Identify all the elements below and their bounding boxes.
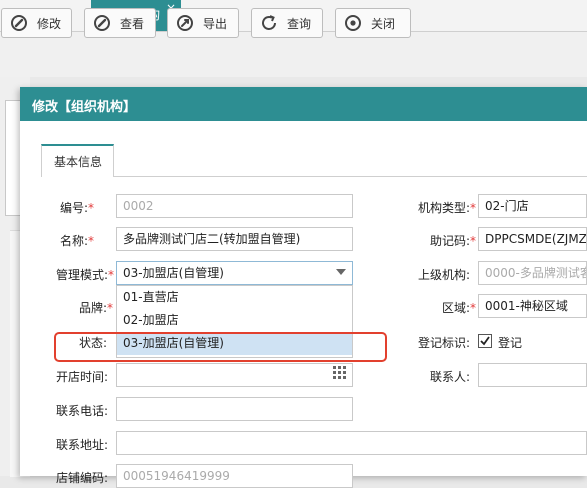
mgmt-mode-value: 03-加盟店(自管理) (123, 266, 224, 280)
shop-code-label: 店铺编码: (56, 471, 109, 485)
edit-button-label: 修改 (37, 17, 62, 31)
code-field[interactable]: 0002 (116, 194, 353, 218)
chevron-down-icon[interactable] (336, 269, 346, 276)
open-time-label: 开店时间: (56, 370, 109, 384)
org-type-field[interactable]: 02-门店 (478, 194, 587, 218)
export-button[interactable]: 导出 (167, 8, 239, 38)
reg-flag-checkbox-label: 登记 (498, 336, 523, 350)
refresh-icon (262, 15, 276, 30)
required-mark: * (470, 201, 477, 215)
address-label: 联系地址: (56, 438, 109, 452)
org-type-label: 机构类型:* (418, 201, 477, 215)
tab-basic-info-label: 基本信息 (54, 155, 103, 169)
open-time-field[interactable] (116, 363, 353, 387)
query-button[interactable]: 查询 (251, 8, 323, 38)
parent-org-label: 上级机构: (418, 268, 471, 282)
contact-field[interactable] (478, 363, 587, 387)
query-button-label: 查询 (287, 17, 312, 31)
dropdown-option[interactable]: 01-直营店 (117, 286, 352, 309)
name-field[interactable]: 多品牌测试门店二(转加盟自管理) (116, 227, 353, 251)
required-mark: * (88, 234, 95, 248)
toolbar (0, 32, 587, 77)
required-mark: * (470, 301, 477, 315)
mnemonic-label: 助记码:* (430, 234, 477, 248)
export-icon (177, 15, 193, 31)
region-field[interactable]: 0001-神秘区域 (478, 294, 587, 318)
dropdown-option[interactable]: 02-加盟店 (117, 309, 352, 332)
close-button-label: 关闭 (371, 17, 396, 31)
phone-field[interactable] (116, 397, 353, 421)
background-box (5, 100, 21, 216)
required-mark: * (88, 201, 95, 215)
required-mark: * (470, 234, 477, 248)
tab-divider (114, 176, 587, 177)
phone-label: 联系电话: (56, 404, 109, 418)
mnemonic-field[interactable]: DPPCSMDE(ZJMZ (478, 227, 587, 251)
close-button[interactable]: 关闭 (335, 8, 411, 38)
address-field[interactable] (116, 431, 587, 455)
required-mark: * (108, 268, 115, 282)
dialog-title: 修改【组织机构】 (32, 100, 137, 115)
view-button[interactable]: 查看 (84, 8, 156, 38)
mgmt-mode-label: 管理模式:* (56, 268, 115, 282)
stop-icon (345, 15, 361, 31)
mgmt-mode-select[interactable]: 03-加盟店(自管理) (116, 261, 353, 285)
view-button-label: 查看 (120, 17, 145, 31)
reg-flag-checkbox[interactable] (478, 334, 492, 348)
contact-label: 联系人: (430, 370, 471, 384)
view-icon (94, 15, 110, 31)
name-label: 名称:* (60, 234, 95, 248)
export-button-label: 导出 (203, 17, 228, 31)
checkmark-icon (480, 336, 490, 346)
required-mark: * (107, 301, 114, 315)
brand-label: 品牌:* (79, 301, 114, 315)
edit-button[interactable]: 修改 (1, 8, 72, 38)
calendar-icon[interactable] (333, 366, 347, 380)
highlight-box (54, 332, 387, 362)
edit-icon (11, 15, 27, 31)
code-label: 编号:* (60, 201, 95, 215)
parent-org-field[interactable]: 0000-多品牌测试客 (478, 261, 587, 285)
shop-code-field[interactable]: 00051946419999 (116, 464, 353, 488)
reg-flag-label: 登记标识: (418, 336, 471, 350)
region-label: 区域:* (442, 301, 477, 315)
